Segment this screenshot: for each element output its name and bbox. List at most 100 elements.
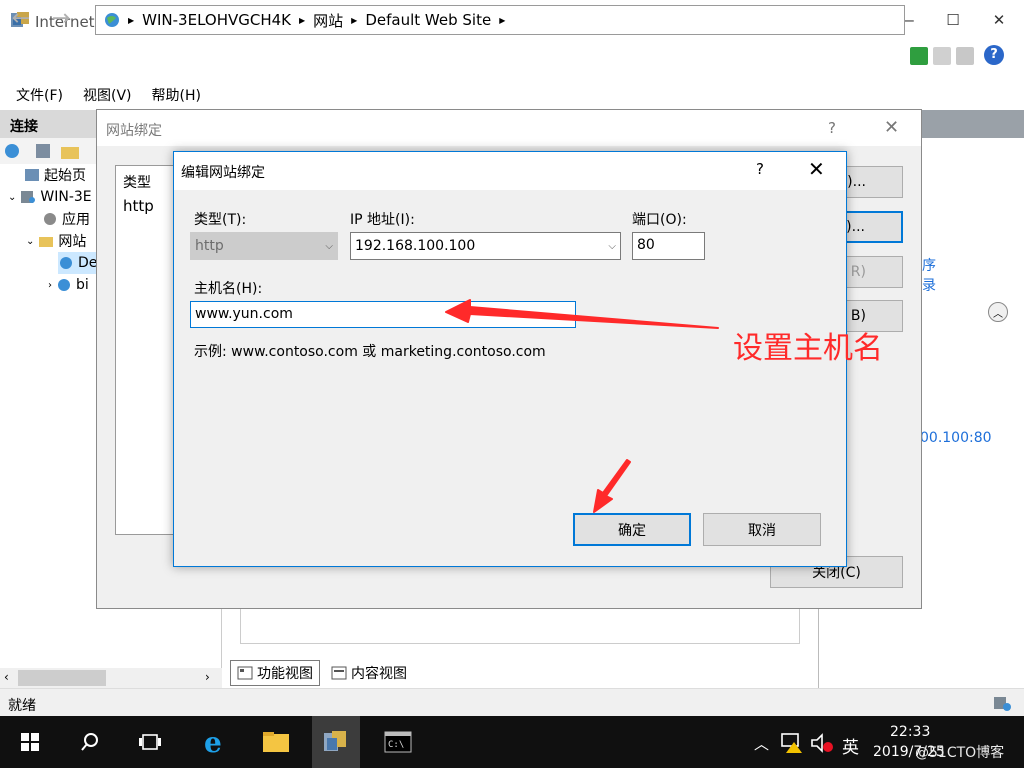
bindings-column-type: 类型	[123, 175, 151, 191]
clock-time[interactable]: 22:33	[890, 724, 930, 740]
tray-chevron-up-icon[interactable]: ︿	[754, 733, 769, 754]
site-bindings-close-button[interactable]: ✕	[884, 117, 899, 138]
tree-item-other-site[interactable]: › bi	[48, 274, 89, 296]
scroll-left-icon[interactable]: ‹	[4, 670, 9, 684]
view-tabs: 功能视图 内容视图	[230, 660, 414, 686]
action-link-dir[interactable]: 录	[922, 275, 936, 295]
back-button[interactable]: ←	[4, 6, 38, 34]
tree-label: bi	[76, 277, 89, 293]
server-icon	[21, 191, 36, 203]
network-warning-icon[interactable]	[780, 732, 804, 754]
chevron-down-icon: ⌵	[325, 240, 333, 252]
svg-text:e: e	[204, 728, 222, 756]
breadcrumb-arrow-icon: ▶	[499, 15, 506, 25]
ie-button[interactable]: e	[190, 716, 238, 768]
folder-up-icon[interactable]	[60, 142, 80, 160]
edit-binding-title: 编辑网站绑定	[181, 165, 265, 181]
edit-binding-close-button[interactable]: ✕	[808, 157, 825, 181]
tree-label: 应用	[62, 212, 90, 228]
iis-manager-taskbar-button[interactable]	[312, 716, 360, 768]
tree-item-app-pools[interactable]: 应用	[42, 208, 90, 230]
tree-item-default-site[interactable]: De	[58, 252, 98, 274]
ip-address-select[interactable]: 192.168.100.100 ⌵	[350, 232, 621, 260]
sites-folder-icon	[39, 237, 54, 247]
breadcrumb-default-site[interactable]: Default Web Site	[365, 11, 491, 29]
start-button[interactable]	[6, 716, 54, 768]
edit-binding-titlebar	[174, 152, 846, 190]
tree-item-start-page[interactable]: 起始页	[24, 164, 86, 186]
connect-icon[interactable]	[4, 142, 22, 160]
help-icon[interactable]: ?	[984, 45, 1004, 65]
close-button[interactable]: ✕	[976, 0, 1022, 40]
chevron-right-icon: ›	[48, 279, 52, 291]
home-icon[interactable]	[956, 47, 974, 65]
maximize-icon: ☐	[946, 11, 960, 29]
menu-view[interactable]: 视图(V)	[83, 85, 132, 105]
tree-item-server[interactable]: ⌄ WIN-3E	[8, 186, 92, 208]
site-bindings-help-button[interactable]: ?	[828, 119, 836, 137]
bindings-row-type[interactable]: http	[123, 197, 154, 215]
breadcrumb-arrow-icon: ▶	[128, 15, 135, 25]
task-view-button[interactable]	[126, 716, 174, 768]
chevron-down-icon: ⌵	[608, 240, 616, 252]
status-text: 就绪	[8, 698, 36, 714]
host-name-input[interactable]: www.yun.com	[190, 301, 576, 328]
back-arrow-icon: ←	[11, 6, 31, 31]
annotation-text: 设置主机名	[733, 331, 883, 366]
forward-button[interactable]: →	[44, 6, 78, 34]
forward-arrow-icon: →	[51, 6, 71, 31]
tab-content-view[interactable]: 内容视图	[324, 660, 414, 686]
bindings-list[interactable]	[115, 165, 175, 535]
network-status-icon	[994, 697, 1011, 711]
tab-label: 功能视图	[257, 666, 313, 682]
edit-binding-help-button[interactable]: ?	[756, 160, 764, 178]
breadcrumb-server[interactable]: WIN-3ELOHVGCH4K	[142, 11, 291, 29]
action-binding-text[interactable]: 00.100:80	[920, 430, 992, 446]
start-page-icon	[25, 169, 39, 181]
tab-features-view[interactable]: 功能视图	[230, 660, 320, 686]
tree-label: 起始页	[44, 168, 86, 184]
search-button[interactable]	[66, 716, 114, 768]
breadcrumb-arrow-icon: ▶	[351, 15, 358, 25]
ok-button[interactable]: 确定	[573, 513, 691, 546]
breadcrumb-arrow-icon: ▶	[299, 15, 306, 25]
app-pool-icon	[44, 213, 56, 225]
site-bindings-titlebar	[97, 110, 921, 146]
type-select-value: http	[195, 238, 224, 254]
cancel-button[interactable]: 取消	[703, 513, 821, 546]
internet-explorer-icon: e	[204, 728, 222, 756]
chevron-down-icon: ⌄	[26, 235, 35, 247]
menu-bar: 文件(F) 视图(V) 帮助(H)	[0, 80, 1024, 110]
refresh-icon[interactable]	[910, 47, 928, 65]
tree-item-sites[interactable]: ⌄ 网站	[26, 230, 86, 252]
input-language-indicator[interactable]: 英	[842, 733, 859, 758]
type-select[interactable]: http ⌵	[190, 232, 338, 260]
chevron-down-icon: ⌄	[8, 191, 17, 203]
chevron-up-icon[interactable]: ︿	[988, 302, 1008, 322]
close-icon: ✕	[808, 157, 825, 181]
close-icon: ✕	[884, 117, 900, 138]
task-view-icon	[139, 734, 161, 750]
address-row	[0, 40, 1024, 80]
scroll-right-icon[interactable]: ›	[205, 670, 210, 684]
save-icon[interactable]	[34, 142, 52, 160]
menu-file[interactable]: 文件(F)	[16, 85, 63, 105]
menu-help[interactable]: 帮助(H)	[152, 85, 201, 105]
command-prompt-icon: C:\	[384, 731, 412, 753]
site-bindings-title: 网站绑定	[106, 123, 162, 139]
features-view-icon	[237, 666, 253, 680]
maximize-button[interactable]: ☐	[930, 0, 976, 40]
features-panel	[240, 606, 800, 644]
ip-select-value: 192.168.100.100	[355, 238, 476, 254]
port-input[interactable]: 80	[632, 232, 705, 260]
windows-logo-icon	[21, 733, 39, 751]
volume-muted-icon[interactable]	[810, 732, 834, 754]
file-explorer-button[interactable]	[252, 716, 300, 768]
cmd-button[interactable]: C:\	[374, 716, 422, 768]
stop-icon[interactable]	[933, 47, 951, 65]
tab-label: 内容视图	[351, 666, 407, 682]
address-bar[interactable]: ▶ WIN-3ELOHVGCH4K ▶ 网站 ▶ Default Web Sit…	[95, 5, 905, 35]
action-link-app[interactable]: 序	[922, 255, 936, 275]
scrollbar-thumb[interactable]	[18, 670, 106, 686]
breadcrumb-sites[interactable]: 网站	[313, 10, 343, 31]
